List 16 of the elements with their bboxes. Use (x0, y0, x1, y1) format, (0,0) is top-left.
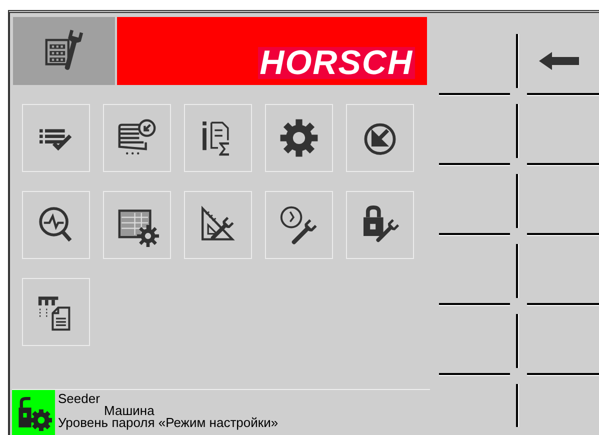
menu-tile[interactable] (22, 191, 90, 259)
menu-tile[interactable] (103, 104, 171, 172)
menu-tile[interactable] (103, 191, 171, 259)
menu-tile[interactable] (22, 278, 90, 346)
menu-tile[interactable] (265, 191, 333, 259)
back-arrow-icon (538, 52, 578, 70)
menu-tile[interactable] (184, 104, 252, 172)
machine-type-text: Seeder (58, 393, 101, 405)
menu-tile[interactable] (265, 104, 333, 172)
menu-tile[interactable] (346, 191, 414, 259)
brand-logo: HORSCH (258, 47, 415, 79)
menu-tile[interactable] (22, 104, 90, 172)
menu-tile[interactable] (184, 191, 252, 259)
password-level-text: Уровень пароля «Режим настройки» (58, 417, 278, 429)
machine-text: Машина (103, 405, 156, 417)
menu-tile[interactable] (346, 104, 414, 172)
